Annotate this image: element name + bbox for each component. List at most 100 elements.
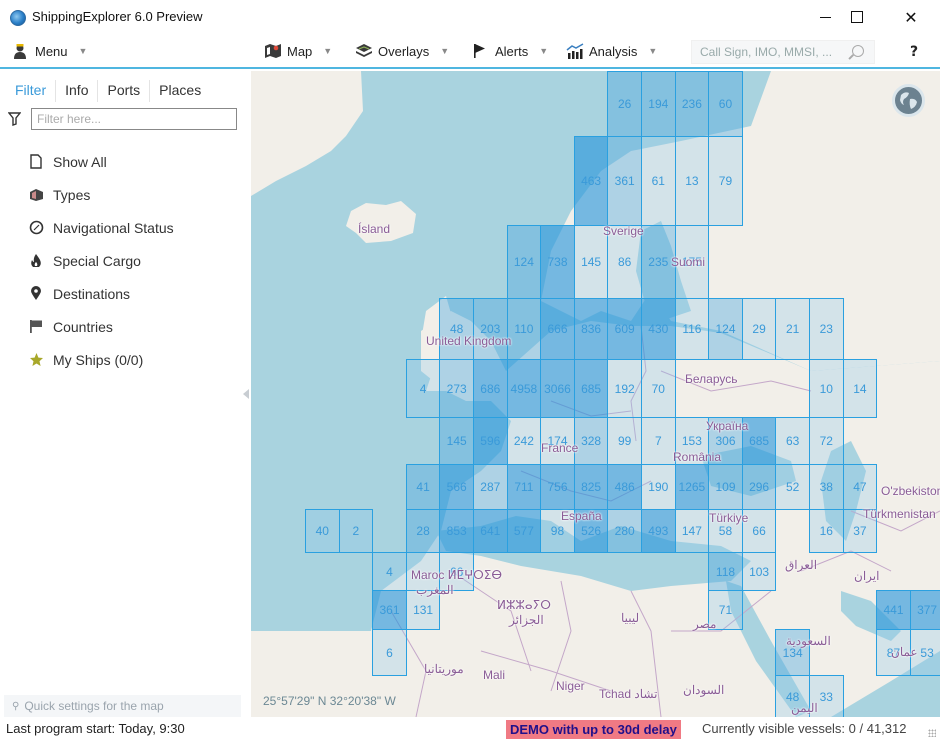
overlays-dropdown[interactable]: Overlays ▼ [355, 43, 449, 59]
grid-cell[interactable]: 430 [641, 298, 676, 360]
globe-view-button[interactable] [892, 84, 925, 117]
grid-cell[interactable]: 493 [641, 509, 676, 553]
grid-cell[interactable]: 1265 [674, 464, 710, 510]
grid-cell[interactable]: 685 [573, 359, 609, 418]
tab-ports[interactable]: Ports [98, 80, 151, 102]
filter-types[interactable]: Types [28, 178, 174, 211]
grid-cell[interactable]: 711 [506, 464, 542, 510]
grid-cell[interactable]: 194 [641, 71, 676, 137]
grid-cell[interactable]: 145 [439, 417, 474, 465]
grid-cell[interactable]: 361 [372, 590, 407, 630]
grid-cell[interactable]: 63 [775, 417, 810, 465]
grid-cell[interactable]: 103 [741, 552, 777, 591]
grid-cell[interactable]: 48 [439, 298, 474, 360]
grid-cell[interactable]: 21 [775, 298, 810, 360]
menu-dropdown[interactable]: Menu ▼ [12, 43, 87, 59]
grid-cell[interactable]: 124 [506, 225, 542, 299]
grid-cell[interactable]: 756 [540, 464, 575, 510]
alerts-dropdown[interactable]: Alerts ▼ [472, 43, 548, 59]
grid-cell[interactable]: 10 [809, 359, 844, 418]
filter-input[interactable] [31, 108, 237, 130]
grid-cell[interactable]: 60 [708, 71, 743, 137]
grid-cell[interactable]: 38 [809, 464, 844, 510]
grid-cell[interactable]: 40 [305, 509, 340, 553]
grid-cell[interactable]: 99 [607, 417, 642, 465]
grid-cell[interactable]: 118 [708, 552, 743, 591]
grid-cell[interactable]: 28 [405, 509, 441, 553]
grid-cell[interactable]: 2 [338, 509, 374, 553]
grid-cell[interactable]: 52 [775, 464, 810, 510]
grid-cell[interactable]: 79 [708, 136, 743, 226]
grid-cell[interactable]: 273 [439, 359, 474, 418]
grid-cell[interactable]: 463 [573, 136, 609, 226]
grid-cell[interactable]: 361 [607, 136, 642, 226]
analysis-dropdown[interactable]: Analysis ▼ [566, 43, 657, 59]
grid-cell[interactable]: 72 [809, 417, 844, 465]
help-button[interactable]: ? [910, 44, 918, 60]
map-view[interactable]: 26 194 236 60 463 361 61 13 79 124 738 145 86 235 175 4… [251, 71, 940, 717]
resize-grip[interactable] [928, 729, 936, 737]
grid-cell[interactable]: 577 [506, 509, 542, 553]
grid-cell[interactable]: 124 [708, 298, 743, 360]
grid-cell[interactable]: 825 [573, 464, 609, 510]
maximize-button[interactable] [834, 0, 880, 34]
filter-my-ships[interactable]: My Ships (0/0) [28, 343, 174, 376]
grid-cell[interactable]: 41 [405, 464, 441, 510]
grid-cell[interactable]: 14 [842, 359, 878, 418]
grid-cell[interactable]: 47 [842, 464, 878, 510]
filter-show-all[interactable]: Show All [28, 145, 174, 178]
quick-settings-bar[interactable]: ⚲ Quick settings for the map [4, 695, 241, 717]
grid-cell[interactable]: 666 [540, 298, 575, 360]
grid-cell[interactable]: 738 [540, 225, 575, 299]
grid-cell[interactable]: 296 [741, 464, 777, 510]
tab-info[interactable]: Info [56, 80, 99, 102]
grid-cell[interactable]: 328 [573, 417, 609, 465]
grid-cell[interactable]: 441 [876, 590, 911, 630]
filter-countries[interactable]: Countries [28, 310, 174, 343]
grid-cell[interactable]: 13 [674, 136, 710, 226]
grid-cell[interactable]: 686 [473, 359, 508, 418]
filter-navigational-status[interactable]: Navigational Status [28, 211, 174, 244]
grid-cell[interactable]: 6 [372, 629, 407, 676]
filter-special-cargo[interactable]: Special Cargo [28, 244, 174, 277]
grid-cell[interactable]: 486 [607, 464, 642, 510]
tab-places[interactable]: Places [150, 80, 210, 102]
grid-cell[interactable]: 109 [708, 464, 743, 510]
grid-cell[interactable]: 566 [439, 464, 474, 510]
grid-cell[interactable]: 4 [372, 552, 407, 591]
grid-cell[interactable]: 287 [473, 464, 508, 510]
grid-cell[interactable]: 23 [809, 298, 844, 360]
grid-cell[interactable]: 7 [641, 417, 676, 465]
grid-cell[interactable]: 26 [607, 71, 642, 137]
close-button[interactable]: ✕ [888, 0, 934, 34]
vessel-search-input[interactable] [692, 41, 842, 63]
map-dropdown[interactable]: Map ▼ [264, 43, 332, 59]
grid-cell[interactable]: 4 [405, 359, 441, 418]
grid-cell[interactable]: 377 [909, 590, 940, 630]
grid-cell[interactable]: 242 [506, 417, 542, 465]
grid-cell[interactable]: 4958 [506, 359, 542, 418]
grid-cell[interactable]: 641 [473, 509, 508, 553]
grid-cell[interactable]: 836 [573, 298, 609, 360]
grid-cell[interactable]: 853 [439, 509, 474, 553]
grid-cell[interactable]: 609 [607, 298, 642, 360]
grid-cell[interactable]: 29 [741, 298, 777, 360]
grid-cell[interactable]: 70 [641, 359, 676, 418]
search-icon[interactable] [852, 45, 864, 57]
grid-cell[interactable]: 280 [607, 509, 642, 553]
tab-filter[interactable]: Filter [6, 80, 57, 102]
grid-cell[interactable]: 596 [473, 417, 508, 465]
settings-link-icon: ⚲ [12, 700, 20, 712]
grid-cell[interactable]: 61 [641, 136, 676, 226]
grid-cell[interactable]: 16 [809, 509, 844, 553]
grid-cell[interactable]: 110 [506, 298, 542, 360]
grid-cell[interactable]: 116 [674, 298, 710, 360]
grid-cell[interactable]: 190 [641, 464, 676, 510]
filter-destinations[interactable]: Destinations [28, 277, 174, 310]
collapse-sidebar-handle[interactable] [243, 389, 249, 399]
grid-cell[interactable]: 203 [473, 298, 508, 360]
grid-cell[interactable]: 3066 [540, 359, 575, 418]
grid-cell[interactable]: 192 [607, 359, 642, 418]
grid-cell[interactable]: 147 [674, 509, 710, 553]
grid-cell[interactable]: 236 [674, 71, 710, 137]
